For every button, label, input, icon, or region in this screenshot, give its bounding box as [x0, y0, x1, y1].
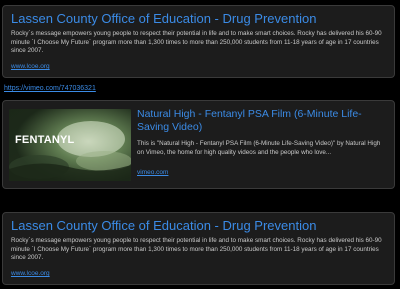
card-domain-link[interactable]: www.lcoe.org: [11, 63, 50, 71]
card-title-link[interactable]: Natural High - Fentanyl PSA Film (6-Minu…: [137, 108, 386, 133]
video-thumbnail[interactable]: FENTANYL: [9, 109, 131, 181]
thumbnail-caption: FENTANYL: [15, 134, 75, 146]
card-description: Rocky`s message empowers young people to…: [11, 237, 382, 262]
link-preview-card[interactable]: Lassen County Office of Education - Drug…: [2, 212, 395, 285]
card-description: Rocky`s message empowers young people to…: [11, 30, 382, 55]
card-description: This is "Natural High - Fentanyl PSA Fil…: [137, 140, 381, 156]
vimeo-url-link[interactable]: https://vimeo.com/747036321: [4, 84, 96, 93]
link-preview-card[interactable]: Lassen County Office of Education - Drug…: [2, 5, 395, 78]
video-preview-card[interactable]: FENTANYL Natural High - Fentanyl PSA Fil…: [2, 100, 395, 189]
card-domain-link[interactable]: www.lcoe.org: [11, 270, 50, 278]
card-title-link[interactable]: Lassen County Office of Education - Drug…: [11, 11, 386, 26]
card-domain-link[interactable]: vimeo.com: [137, 169, 168, 177]
card-title-link[interactable]: Lassen County Office of Education - Drug…: [11, 218, 386, 233]
